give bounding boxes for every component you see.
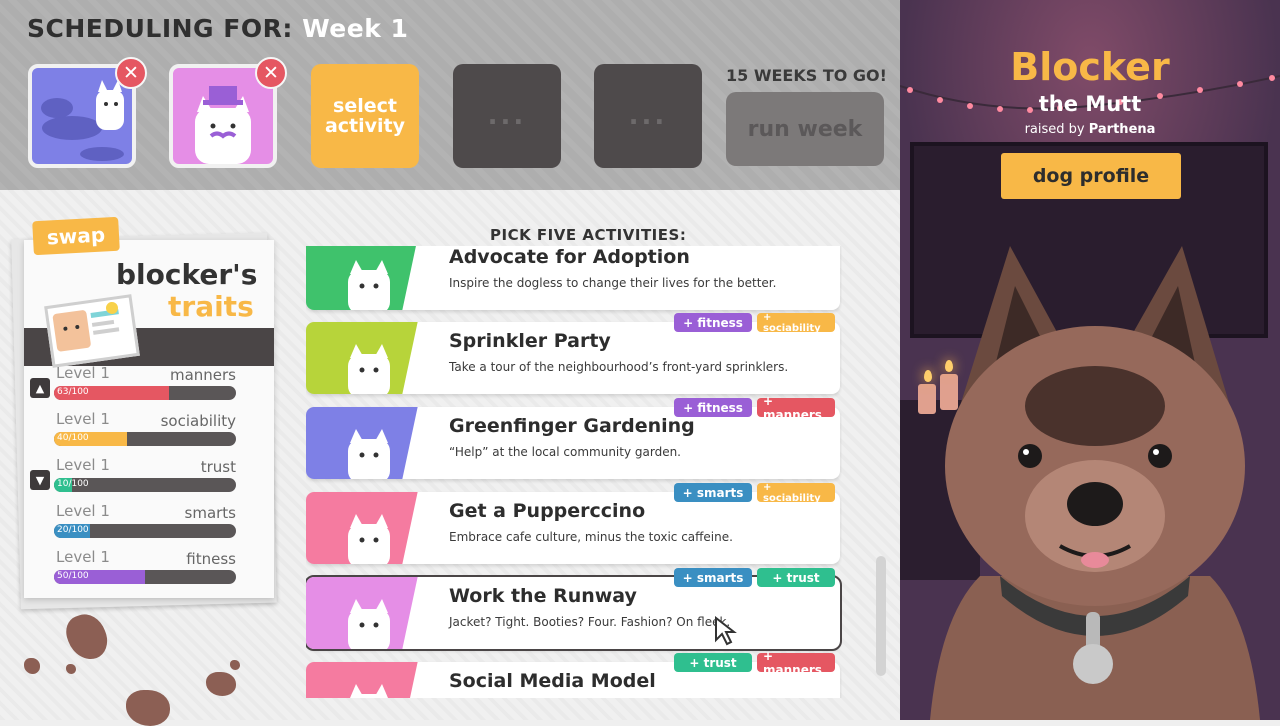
gardening-slot-art	[41, 80, 124, 161]
activity-tag: + trust	[757, 568, 835, 587]
activity-card[interactable]: Social Media Model + trust + manners	[306, 649, 840, 698]
activity-art	[306, 246, 432, 310]
dog-name: Blocker	[1010, 45, 1170, 89]
trait-row-sociability: Level 1 sociability 40/100	[30, 410, 240, 454]
dog-profile-button[interactable]: dog profile	[1001, 153, 1181, 199]
trait-row-smarts: Level 1 smarts 20/100	[30, 502, 240, 546]
activity-description: “Help” at the local community garden.	[449, 445, 681, 459]
schedule-slot-4: ...	[453, 64, 561, 168]
activity-art	[306, 662, 432, 698]
activity-tag: + smarts	[674, 568, 752, 587]
trait-name: trust	[200, 458, 236, 476]
trait-value: 63/100	[57, 387, 89, 397]
traits-title-word: traits	[168, 290, 254, 323]
activity-title: Get a Pupperccino	[449, 500, 646, 522]
activity-tag: + fitness	[674, 398, 752, 417]
trait-value: 50/100	[57, 571, 89, 581]
chevron-up-icon[interactable]: ▲	[30, 378, 50, 398]
empty-slot-dots: ...	[628, 101, 668, 131]
activity-tag: + sociability	[757, 312, 835, 334]
activity-title: Sprinkler Party	[449, 330, 611, 352]
select-activity-label-2: activity	[324, 115, 406, 137]
activity-card[interactable]: Get a Pupperccino Embrace cafe culture, m…	[306, 482, 840, 564]
activity-title: Social Media Model	[449, 670, 656, 692]
activity-art	[306, 577, 432, 649]
owner-name: Parthena	[1088, 122, 1156, 137]
rock-decoration	[230, 660, 240, 670]
activity-scrollbar[interactable]	[876, 556, 886, 676]
remove-slot-1-button[interactable]: ✕	[115, 57, 147, 89]
trait-level: Level 1	[56, 410, 110, 428]
trait-level: Level 1	[56, 364, 110, 382]
weeks-remaining-label: 15 WEEKS TO GO!	[726, 66, 887, 85]
activity-description: Embrace cafe culture, minus the toxic ca…	[449, 530, 733, 544]
activity-card[interactable]: Work the Runway Jacket? Tight. Booties? F…	[306, 568, 842, 651]
trait-level: Level 1	[56, 502, 110, 520]
dog-breed: the Mutt	[1038, 92, 1142, 116]
activity-tag: + smarts	[674, 483, 752, 502]
activity-title: Advocate for Adoption	[449, 246, 690, 268]
activity-tag: + manners	[757, 394, 835, 422]
schedule-label: SCHEDULING FOR:	[27, 14, 293, 43]
dog-portrait	[930, 246, 1260, 720]
rock-decoration	[24, 658, 40, 674]
trait-name: fitness	[186, 550, 236, 568]
activity-description: Jacket? Tight. Booties? Four. Fashion? O…	[449, 615, 731, 629]
dog-owner: raised by Parthena	[900, 122, 1280, 137]
activity-tag: + sociability	[757, 482, 835, 504]
trait-row-trust: ▼ Level 1 trust 10/100	[30, 456, 240, 500]
trait-name: manners	[169, 366, 236, 384]
activity-description: Inspire the dogless to change their live…	[449, 276, 777, 290]
dog-panel: Blocker the Mutt raised by Parthena dog …	[900, 0, 1280, 720]
activity-title: Greenfinger Gardening	[449, 415, 695, 437]
trait-level: Level 1	[56, 456, 110, 474]
trait-name: smarts	[184, 504, 236, 522]
activity-art	[306, 322, 432, 394]
activity-tag: + manners	[757, 649, 835, 677]
close-icon: ✕	[123, 62, 139, 84]
empty-slot-dots: ...	[487, 101, 527, 131]
raised-by-label: raised by	[1024, 122, 1085, 137]
chevron-down-icon[interactable]: ▼	[30, 470, 50, 490]
activity-list: Advocate for Adoption Inspire the dogless…	[306, 246, 842, 698]
schedule-slot-5: ...	[594, 64, 702, 168]
trait-value: 20/100	[57, 525, 89, 535]
trait-row-manners: ▲ Level 1 manners 63/100	[30, 364, 240, 408]
activity-tag: + trust	[674, 653, 752, 672]
activity-tag: + fitness	[674, 313, 752, 332]
schedule-week: Week 1	[302, 14, 409, 43]
trait-level: Level 1	[56, 548, 110, 566]
activity-art	[306, 492, 432, 564]
activity-art	[306, 407, 432, 479]
close-icon: ✕	[263, 62, 279, 84]
rock-decoration	[126, 690, 170, 726]
rock-decoration	[206, 672, 236, 696]
activity-description: Take a tour of the neighbourhood’s front…	[449, 360, 789, 374]
swap-button[interactable]: swap	[32, 216, 120, 256]
trait-row-fitness: Level 1 fitness 50/100	[30, 548, 240, 592]
activity-card[interactable]: Sprinkler Party Take a tour of the neighb…	[306, 312, 840, 394]
trait-name: sociability	[160, 412, 236, 430]
select-activity-label: select	[333, 95, 397, 117]
trait-value: 10/100	[57, 479, 89, 489]
traits-title-name: blocker's	[116, 258, 258, 291]
select-activity-slot[interactable]: select activity	[311, 64, 419, 168]
cursor-icon	[715, 616, 737, 646]
activity-title: Work the Runway	[449, 585, 637, 607]
run-week-button[interactable]: run week	[726, 92, 884, 166]
rock-decoration	[66, 664, 76, 674]
schedule-title: SCHEDULING FOR: Week 1	[27, 14, 408, 43]
trait-value: 40/100	[57, 433, 89, 443]
activity-card[interactable]: Advocate for Adoption Inspire the dogless…	[306, 246, 840, 310]
schedule-bar: SCHEDULING FOR: Week 1 ✕ ✕ select activi…	[0, 0, 900, 190]
activity-card[interactable]: Greenfinger Gardening “Help” at the local…	[306, 394, 840, 479]
pick-activities-heading: PICK FIVE ACTIVITIES:	[490, 226, 687, 244]
remove-slot-2-button[interactable]: ✕	[255, 57, 287, 89]
dog-photo-icon	[44, 294, 140, 368]
